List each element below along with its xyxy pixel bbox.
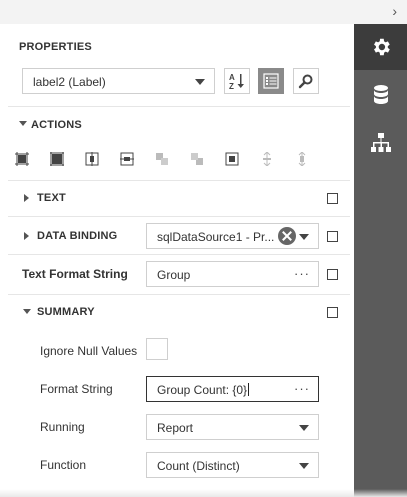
text-format-string-label: Text Format String bbox=[22, 267, 128, 281]
divider bbox=[8, 294, 350, 295]
format-string-value: Group Count: {0} bbox=[157, 383, 248, 397]
text-marker-square[interactable] bbox=[327, 193, 338, 204]
chevron-down-icon bbox=[299, 425, 309, 431]
format-string-text: Group Count: {0} bbox=[157, 383, 250, 397]
gear-icon bbox=[373, 38, 390, 56]
field-list-tab[interactable] bbox=[354, 72, 407, 118]
vertical-space-icon[interactable] bbox=[260, 152, 274, 166]
bottom-edge bbox=[0, 489, 407, 497]
data-binding-value: sqlDataSource1 - Pr... bbox=[157, 230, 275, 244]
report-explorer-tab[interactable] bbox=[354, 120, 407, 166]
send-to-back-icon[interactable] bbox=[190, 152, 204, 166]
sort-alphabetical-button[interactable]: A Z bbox=[224, 68, 250, 94]
divider bbox=[8, 216, 350, 217]
expand-data-binding-icon[interactable] bbox=[24, 232, 29, 240]
text-format-marker-square[interactable] bbox=[327, 269, 338, 280]
chevron-down-icon bbox=[299, 234, 309, 240]
side-tab-bar bbox=[354, 24, 407, 497]
horizontal-space-icon[interactable] bbox=[295, 152, 309, 166]
center-horizontally-icon[interactable] bbox=[85, 152, 99, 166]
bring-to-front-icon[interactable] bbox=[155, 152, 169, 166]
ellipsis-icon[interactable]: ··· bbox=[294, 381, 310, 396]
component-selector-value: label2 (Label) bbox=[33, 75, 106, 89]
search-icon bbox=[298, 74, 313, 89]
categories-icon bbox=[263, 73, 279, 89]
size-to-grid-icon[interactable] bbox=[50, 152, 64, 166]
svg-text:Z: Z bbox=[229, 82, 234, 90]
search-properties-button[interactable] bbox=[293, 68, 319, 94]
running-value: Report bbox=[157, 421, 194, 435]
properties-tab[interactable] bbox=[354, 24, 407, 70]
properties-panel: PROPERTIES label2 (Label) A Z ACTIONS TE… bbox=[0, 24, 354, 497]
running-label: Running bbox=[40, 420, 85, 434]
running-select[interactable]: Report bbox=[146, 414, 319, 440]
text-format-string-value: Group bbox=[157, 268, 191, 282]
collapse-summary-icon[interactable] bbox=[23, 309, 31, 314]
actions-header[interactable]: ACTIONS bbox=[31, 119, 82, 131]
chevron-down-icon bbox=[299, 463, 309, 469]
collapse-chevron-icon[interactable]: › bbox=[392, 3, 397, 19]
collapse-actions-icon[interactable] bbox=[19, 121, 27, 126]
center-vertically-icon[interactable] bbox=[120, 152, 134, 166]
data-binding-select[interactable]: sqlDataSource1 - Pr... bbox=[146, 223, 319, 249]
top-bar: › bbox=[0, 0, 407, 25]
function-value: Count (Distinct) bbox=[157, 459, 240, 473]
text-caret bbox=[248, 383, 250, 396]
summary-marker-square[interactable] bbox=[327, 307, 338, 318]
divider bbox=[8, 180, 350, 181]
chevron-down-icon bbox=[195, 79, 205, 85]
divider bbox=[8, 106, 350, 107]
summary-section-header[interactable]: SUMMARY bbox=[37, 306, 95, 318]
expand-text-icon[interactable] bbox=[24, 194, 29, 202]
data-binding-section-header[interactable]: DATA BINDING bbox=[37, 230, 117, 242]
ignore-null-values-checkbox[interactable] bbox=[146, 338, 168, 360]
database-icon bbox=[373, 85, 388, 104]
format-string-label: Format String bbox=[40, 382, 113, 396]
svg-text:A: A bbox=[229, 73, 235, 82]
format-string-field[interactable]: Group Count: {0} ··· bbox=[146, 376, 319, 402]
fit-bounds-icon[interactable] bbox=[225, 152, 239, 166]
align-to-grid-icon[interactable] bbox=[15, 152, 29, 166]
function-label: Function bbox=[40, 458, 87, 472]
sort-az-icon: A Z bbox=[229, 73, 244, 90]
divider bbox=[8, 254, 350, 255]
ellipsis-icon[interactable]: ··· bbox=[294, 266, 310, 281]
panel-title: PROPERTIES bbox=[19, 41, 92, 53]
hierarchy-icon bbox=[370, 133, 391, 152]
clear-icon[interactable] bbox=[278, 227, 296, 245]
text-section-header[interactable]: TEXT bbox=[37, 192, 66, 204]
text-format-string-field[interactable]: Group ··· bbox=[146, 261, 319, 287]
component-selector[interactable]: label2 (Label) bbox=[22, 68, 215, 94]
group-by-category-button[interactable] bbox=[258, 68, 284, 94]
ignore-null-values-label: Ignore Null Values bbox=[40, 344, 138, 358]
function-select[interactable]: Count (Distinct) bbox=[146, 452, 319, 478]
data-binding-marker-square[interactable] bbox=[327, 231, 338, 242]
